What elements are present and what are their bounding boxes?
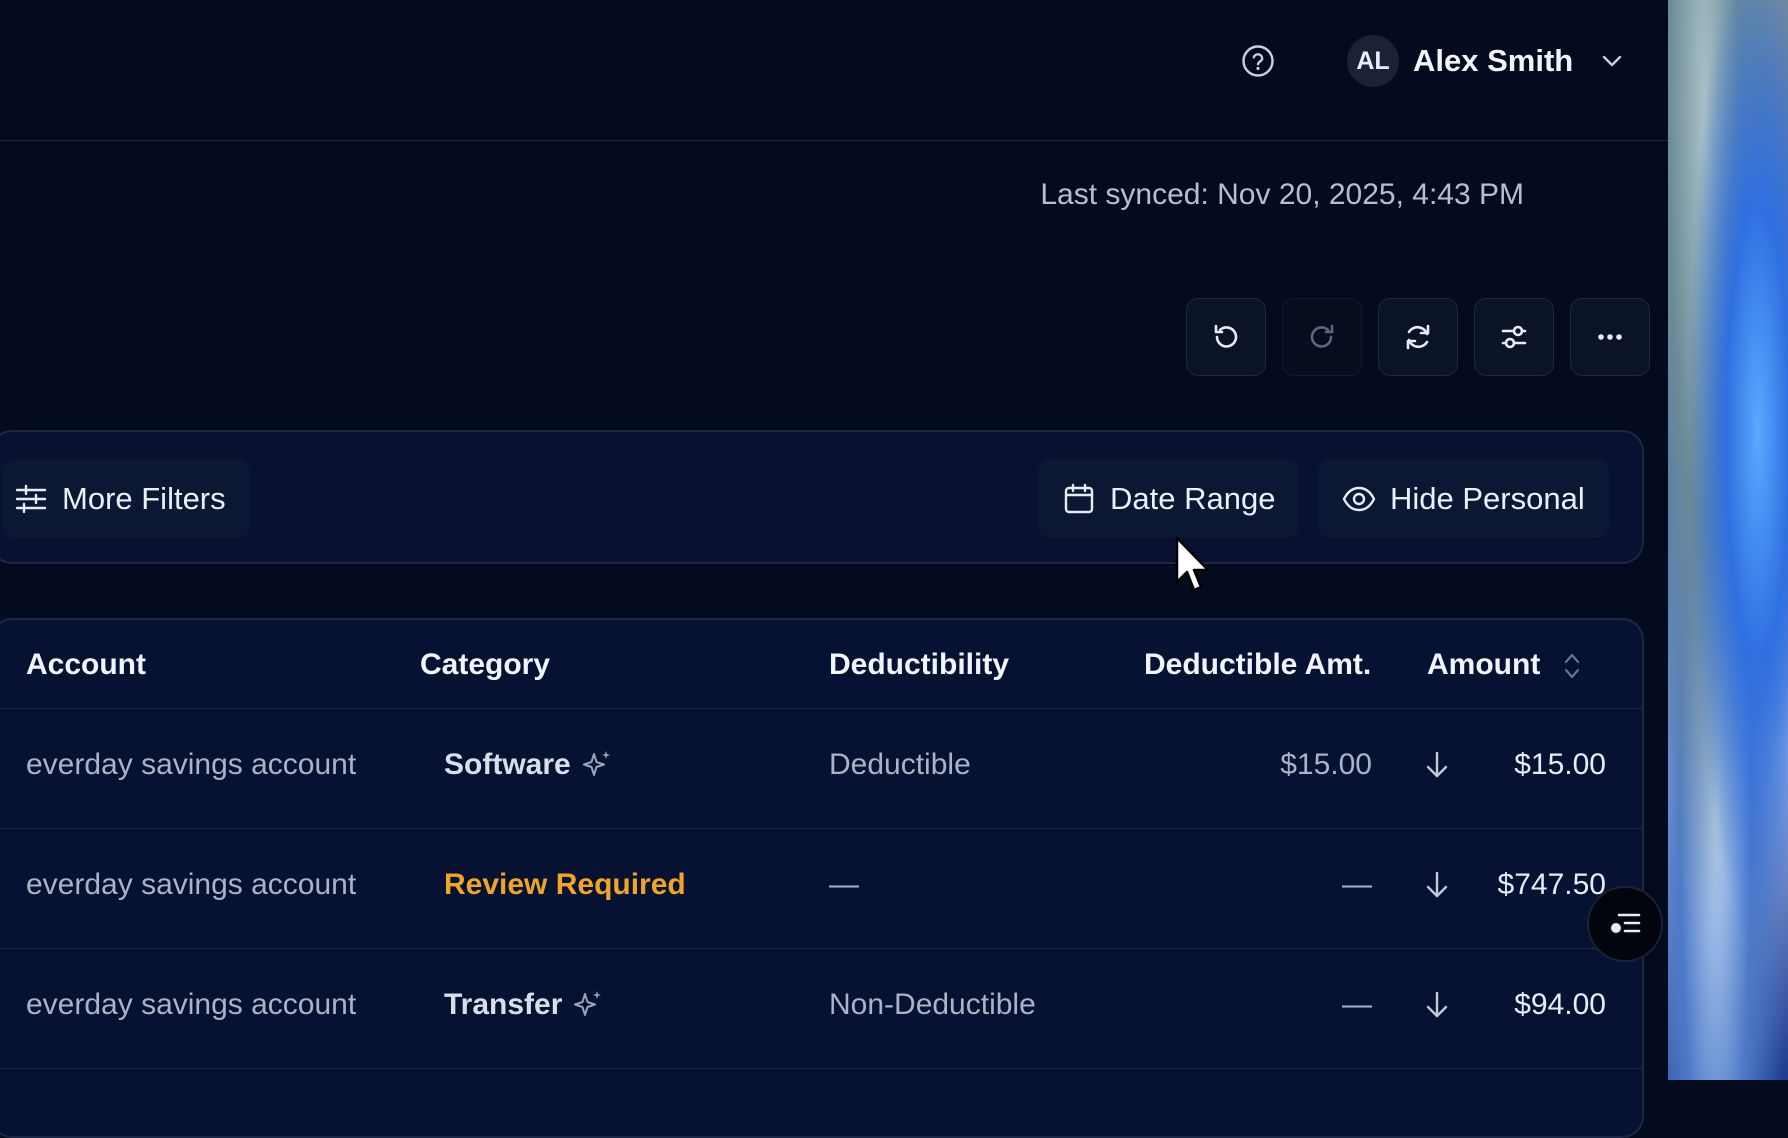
- sparkle-icon: [582, 751, 610, 776]
- refresh-button[interactable]: [1378, 298, 1458, 376]
- account-cell: everday savings account: [26, 988, 357, 1021]
- more-filters-label: More Filters: [62, 481, 226, 516]
- mouse-cursor-icon: [1175, 536, 1210, 592]
- amount-cell: $15.00: [1514, 748, 1606, 781]
- category-cell[interactable]: Transfer: [444, 988, 604, 1022]
- action-toolbar: [1186, 298, 1650, 376]
- arrow-down-icon: [1426, 991, 1448, 1018]
- filter-bar: More Filters Date Range Hide Personal: [0, 430, 1644, 564]
- user-menu[interactable]: AL Alex Smith: [1347, 34, 1625, 88]
- category-label: Transfer: [444, 988, 563, 1021]
- more-icon: [1598, 334, 1622, 340]
- help-icon[interactable]: [1241, 44, 1275, 78]
- account-cell: everday savings account: [26, 868, 357, 901]
- more-filters-button[interactable]: More Filters: [2, 460, 250, 538]
- redo-icon: [1310, 324, 1334, 348]
- category-label: Software: [444, 748, 571, 781]
- user-name: Alex Smith: [1413, 43, 1574, 78]
- desktop-background: [1668, 0, 1788, 1080]
- arrow-down-icon: [1426, 871, 1448, 898]
- table-row[interactable]: everday savings account Software Deducti…: [0, 708, 1642, 829]
- deductibility-cell: Non-Deductible: [829, 988, 1036, 1021]
- hide-personal-label: Hide Personal: [1390, 481, 1585, 516]
- deductible-amt-cell: —: [1342, 868, 1372, 901]
- table-header: Account Category Deductibility Deductibl…: [0, 620, 1642, 709]
- deductible-amt-cell: —: [1342, 988, 1372, 1021]
- category-cell[interactable]: Software: [444, 748, 613, 782]
- app-window: AL Alex Smith Last synced: Nov 20, 2025,…: [0, 0, 1668, 1138]
- column-header-account[interactable]: Account: [26, 648, 146, 682]
- eye-icon: [1342, 486, 1376, 512]
- sliders-icon: [1501, 325, 1527, 349]
- arrow-down-icon: [1426, 751, 1448, 778]
- transactions-table: Account Category Deductibility Deductibl…: [0, 618, 1644, 1138]
- deductibility-cell: —: [829, 868, 859, 901]
- date-range-button[interactable]: Date Range: [1038, 460, 1300, 538]
- redo-button[interactable]: [1282, 298, 1362, 376]
- last-synced-text: Last synced: Nov 20, 2025, 4:43 PM: [1040, 178, 1524, 211]
- deductible-amt-cell: $15.00: [1280, 748, 1372, 781]
- floating-action-button[interactable]: [1587, 886, 1663, 962]
- avatar: AL: [1347, 35, 1399, 87]
- filter-sliders-icon: [15, 484, 47, 514]
- amount-cell: $94.00: [1514, 988, 1606, 1021]
- amount-cell: $747.50: [1497, 868, 1606, 901]
- hide-personal-button[interactable]: Hide Personal: [1318, 460, 1609, 538]
- date-range-label: Date Range: [1110, 481, 1276, 516]
- chevron-down-icon: [1603, 55, 1622, 67]
- table-row[interactable]: everday savings account Transfer Non-Ded…: [0, 948, 1642, 1069]
- undo-button[interactable]: [1186, 298, 1266, 376]
- deductibility-cell: Deductible: [829, 748, 971, 781]
- top-bar: AL Alex Smith: [0, 0, 1668, 141]
- list-toggle-icon: [1611, 913, 1641, 933]
- category-cell-review-required[interactable]: Review Required: [444, 868, 686, 902]
- column-header-deductible-amt[interactable]: Deductible Amt.: [1144, 648, 1371, 682]
- calendar-icon: [1064, 483, 1094, 514]
- account-cell: everday savings account: [26, 748, 357, 781]
- refresh-icon: [1406, 324, 1430, 350]
- column-header-category[interactable]: Category: [420, 648, 550, 682]
- undo-icon: [1214, 324, 1238, 348]
- table-row[interactable]: everday savings account Review Required …: [0, 828, 1642, 949]
- column-header-deductibility[interactable]: Deductibility: [829, 648, 1009, 682]
- sort-icon[interactable]: [1562, 650, 1582, 682]
- sparkle-icon: [574, 991, 602, 1016]
- view-settings-button[interactable]: [1474, 298, 1554, 376]
- more-options-button[interactable]: [1570, 298, 1650, 376]
- column-header-amount[interactable]: Amount: [1427, 648, 1540, 682]
